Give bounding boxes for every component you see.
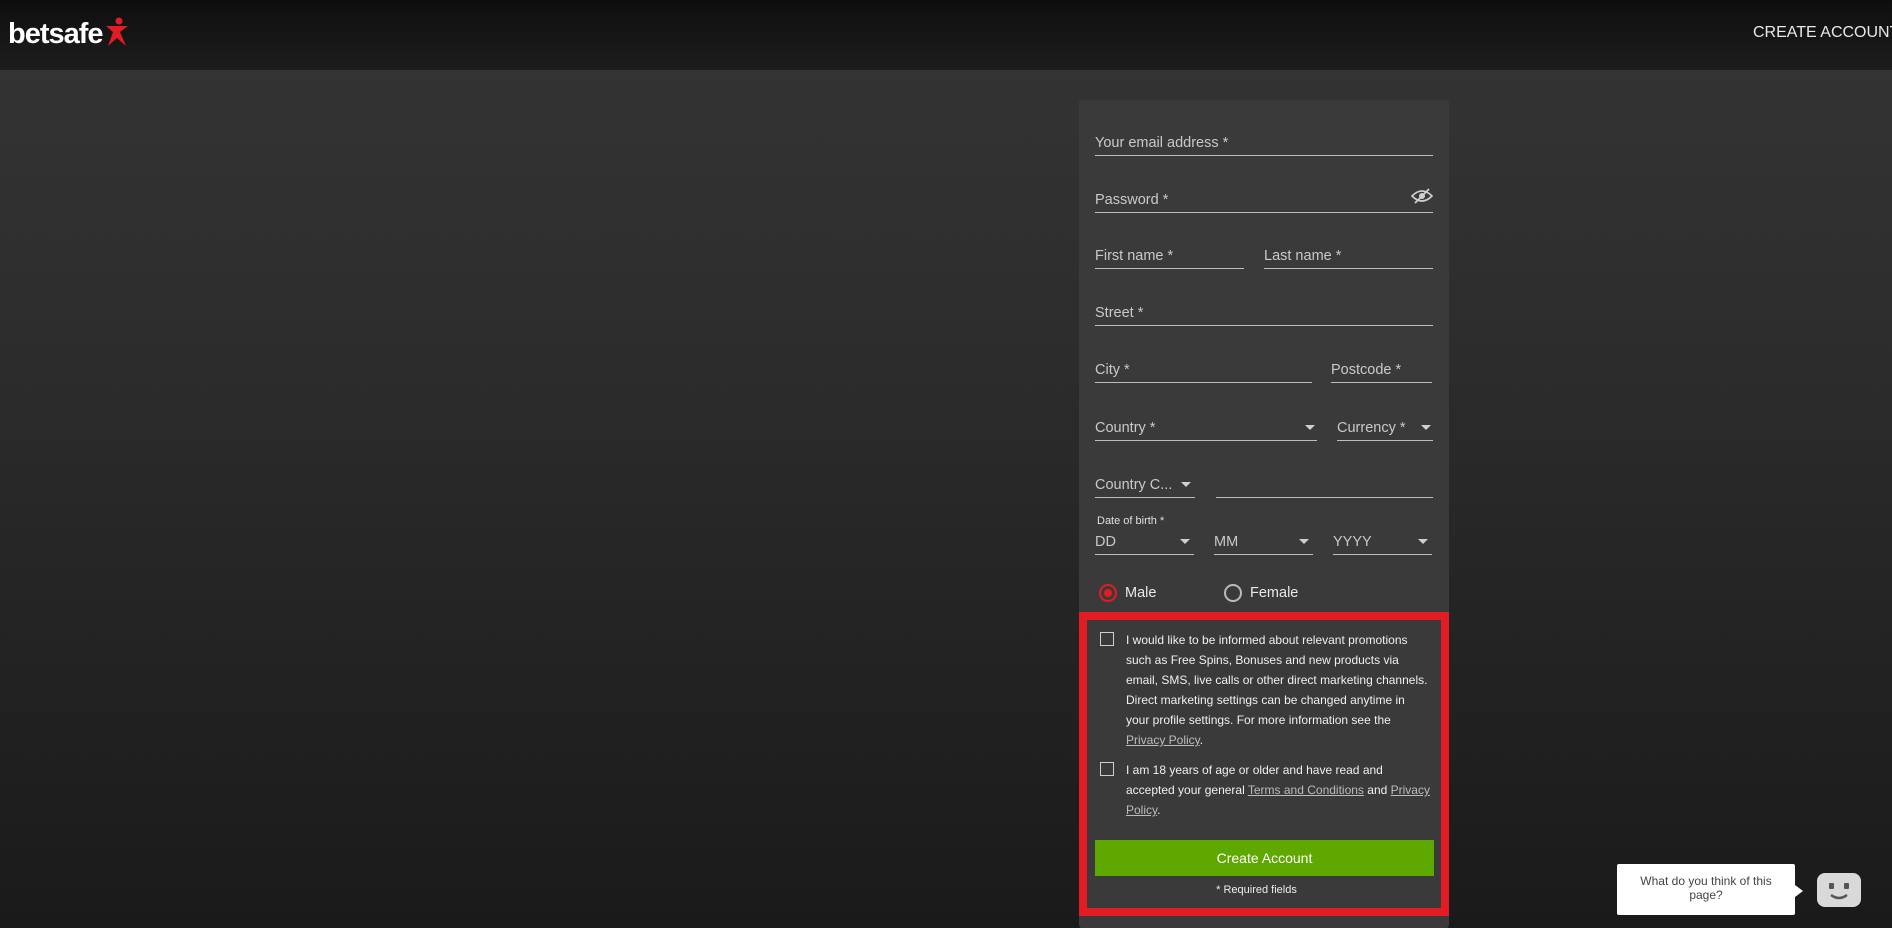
currency-placeholder: Currency * [1337, 420, 1406, 436]
first-name-placeholder: First name * [1095, 248, 1174, 264]
gender-male-radio[interactable]: Male [1099, 584, 1156, 602]
chevron-down-icon [1305, 425, 1315, 430]
country-select[interactable]: Country * [1095, 406, 1317, 441]
chevron-down-icon [1299, 539, 1309, 544]
dob-day-value: DD [1095, 534, 1116, 550]
create-account-button[interactable]: Create Account [1095, 840, 1434, 876]
street-field[interactable]: Street * [1095, 291, 1433, 326]
dob-year-select[interactable]: YYYY [1333, 520, 1432, 555]
email-placeholder: Your email address * [1095, 135, 1229, 151]
female-label: Female [1250, 585, 1299, 601]
country-placeholder: Country * [1095, 420, 1156, 436]
city-placeholder: City * [1095, 362, 1130, 378]
last-name-field[interactable]: Last name * [1264, 234, 1433, 269]
age-consent-checkbox[interactable] [1100, 762, 1114, 776]
marketing-consent-text: I would like to be informed about releva… [1126, 633, 1428, 747]
street-placeholder: Street * [1095, 305, 1144, 321]
country-code-select[interactable]: Country C... [1095, 463, 1195, 498]
dob-month-select[interactable]: MM [1214, 520, 1313, 555]
top-header: betsafe CREATE ACCOUNT [0, 0, 1892, 70]
privacy-policy-link[interactable]: Privacy Policy [1126, 733, 1200, 747]
dob-day-select[interactable]: DD [1095, 520, 1194, 555]
radio-unselected-icon [1224, 584, 1242, 602]
last-name-placeholder: Last name * [1264, 248, 1342, 264]
postcode-placeholder: Postcode * [1331, 362, 1402, 378]
dob-month-value: MM [1214, 534, 1239, 550]
terms-and-conditions-link[interactable]: Terms and Conditions [1248, 783, 1364, 797]
chevron-down-icon [1421, 425, 1431, 430]
marketing-consent-checkbox[interactable] [1100, 632, 1114, 646]
eye-slash-icon[interactable] [1411, 188, 1433, 204]
email-field[interactable]: Your email address * [1095, 121, 1433, 156]
feedback-bubble[interactable]: What do you think of this page? [1617, 864, 1803, 915]
country-code-placeholder: Country C... [1095, 477, 1173, 493]
age-consent-row: I am 18 years of age or older and have r… [1100, 760, 1430, 820]
marketing-consent-row: I would like to be informed about releva… [1100, 630, 1430, 750]
chatbot-face-icon[interactable] [1815, 871, 1865, 911]
chevron-down-icon [1181, 482, 1191, 487]
password-field[interactable]: Password * [1095, 178, 1433, 213]
dob-year-value: YYYY [1333, 534, 1372, 550]
first-name-field[interactable]: First name * [1095, 234, 1244, 269]
gender-female-radio[interactable]: Female [1224, 584, 1298, 602]
radio-selected-icon [1099, 584, 1117, 602]
required-fields-note: * Required fields [1216, 884, 1297, 896]
currency-select[interactable]: Currency * [1337, 406, 1433, 441]
postcode-field[interactable]: Postcode * [1331, 348, 1432, 383]
create-account-link[interactable]: CREATE ACCOUNT [1753, 24, 1892, 42]
password-placeholder: Password * [1095, 192, 1169, 208]
male-label: Male [1125, 585, 1157, 601]
city-field[interactable]: City * [1095, 348, 1312, 383]
betsafe-logo[interactable]: betsafe [8, 14, 130, 54]
chevron-down-icon [1418, 539, 1428, 544]
star-figure-icon [105, 17, 128, 46]
chevron-down-icon [1180, 539, 1190, 544]
logo-text: betsafe [8, 17, 104, 50]
phone-number-field[interactable] [1216, 463, 1433, 498]
age-consent-text: I am 18 years of age or older and have r… [1126, 763, 1430, 817]
